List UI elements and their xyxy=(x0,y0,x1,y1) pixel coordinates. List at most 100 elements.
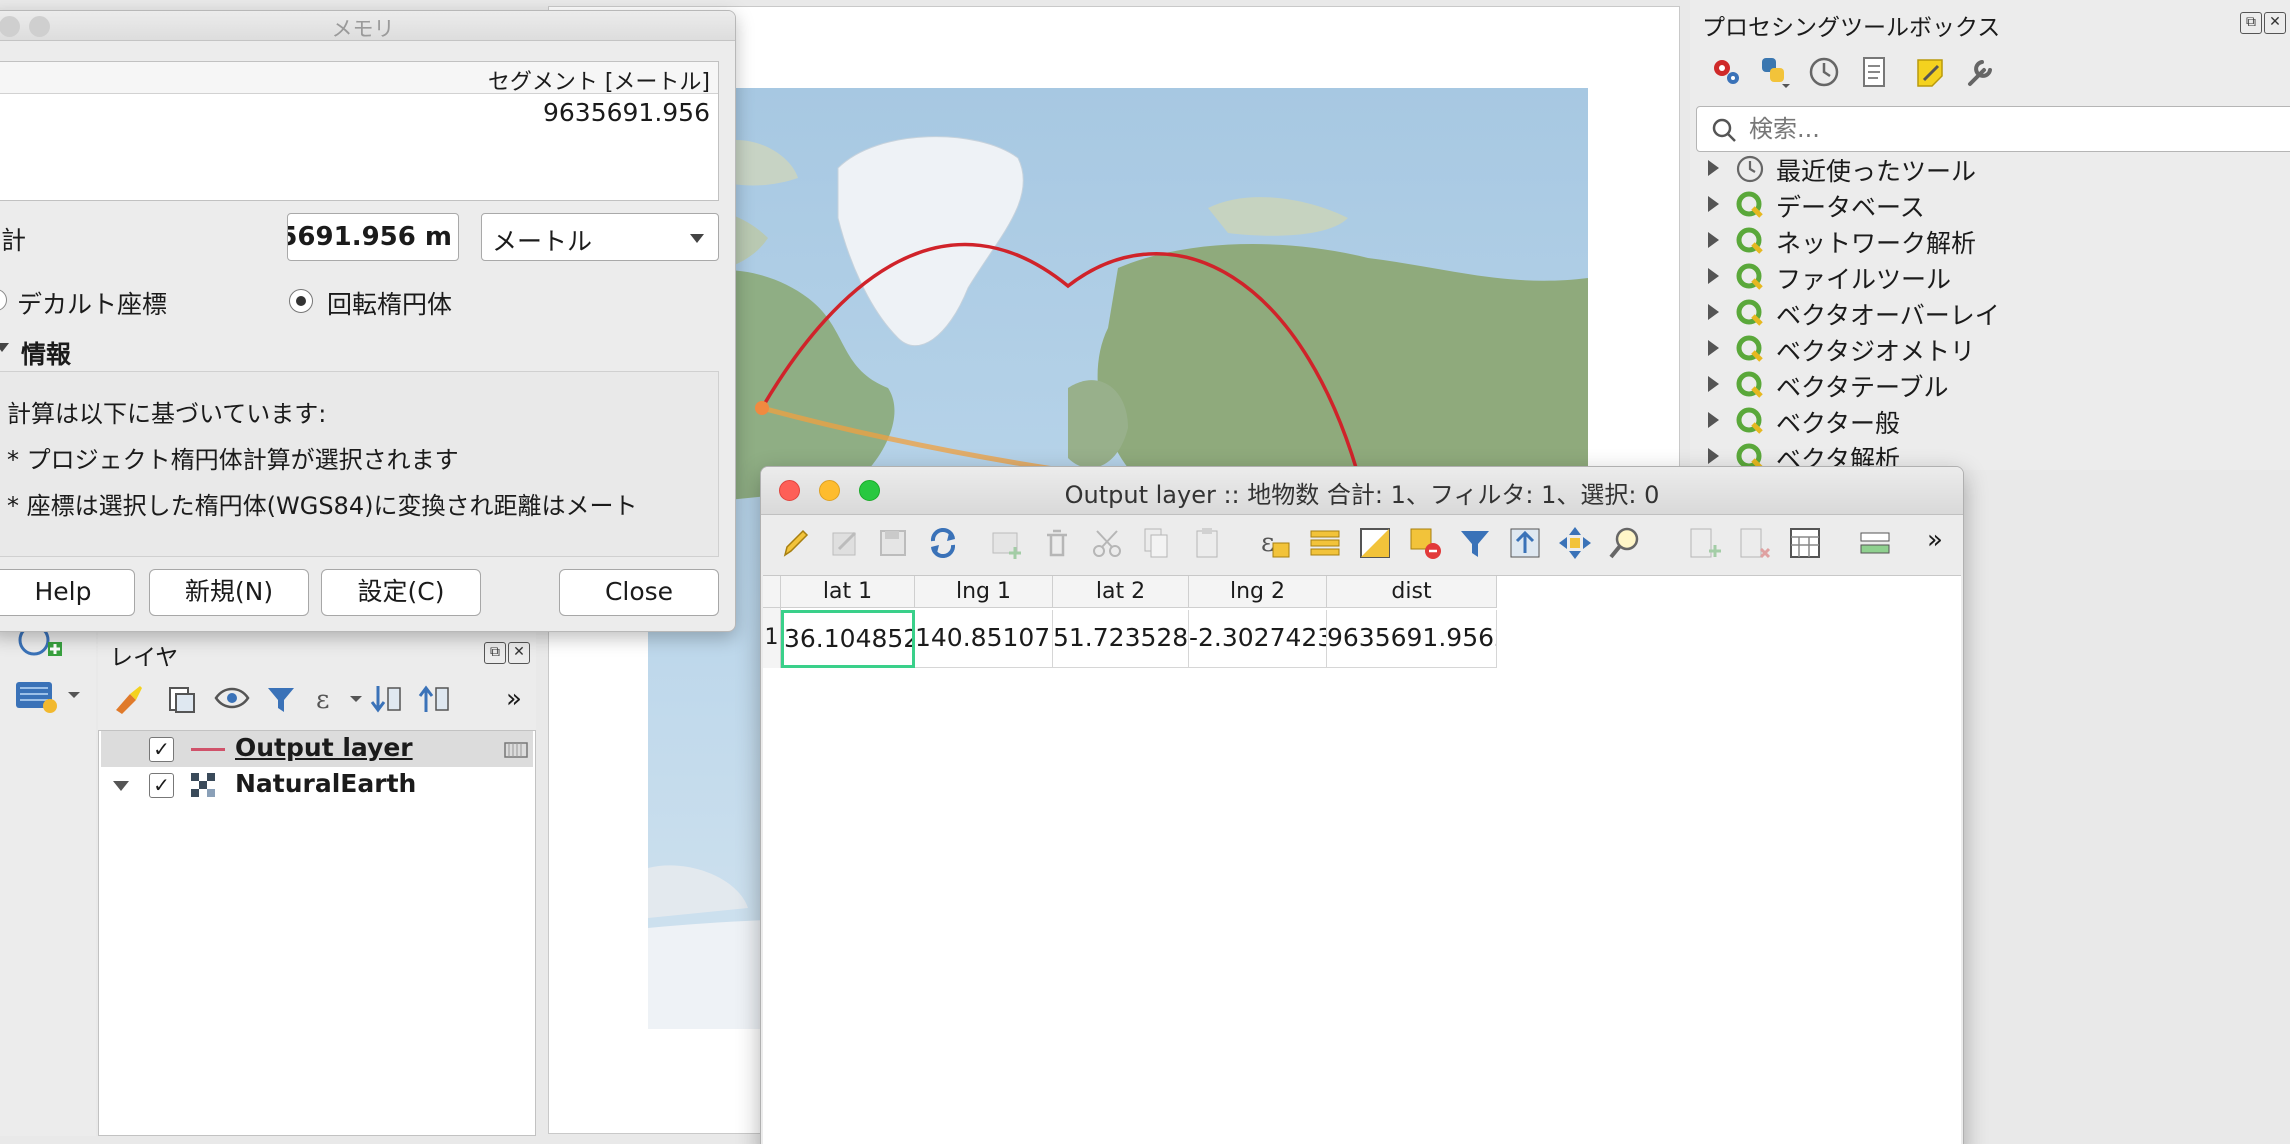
delete-feature-icon[interactable] xyxy=(1039,525,1075,561)
filter-legend-icon[interactable] xyxy=(264,682,298,716)
delete-field-icon[interactable] xyxy=(1737,525,1773,561)
corner-header[interactable] xyxy=(763,576,781,608)
close-button[interactable]: Close xyxy=(559,569,719,616)
layer-visibility-checkbox[interactable]: ✓ xyxy=(149,737,174,762)
deselect-all-icon[interactable] xyxy=(1407,525,1443,561)
row-header[interactable]: 1 xyxy=(763,608,781,668)
options-wrench-icon[interactable] xyxy=(1962,54,1998,90)
toolbox-tree-item[interactable]: データベース xyxy=(1708,188,2268,224)
conditional-formatting-icon[interactable] xyxy=(1857,525,1893,561)
column-header[interactable]: lat 2 xyxy=(1053,576,1189,608)
multi-edit-icon[interactable] xyxy=(827,525,863,561)
select-all-icon[interactable] xyxy=(1307,525,1343,561)
toolbox-title: プロセシングツールボックス xyxy=(1702,15,2001,41)
expand-caret-icon[interactable] xyxy=(113,781,129,791)
gears-icon[interactable] xyxy=(1708,54,1744,90)
reload-icon[interactable] xyxy=(925,525,961,561)
cut-icon[interactable] xyxy=(1089,525,1125,561)
float-panel-icon[interactable]: ⧉ xyxy=(2240,12,2262,34)
pan-to-selection-icon[interactable] xyxy=(1557,525,1593,561)
paste-icon[interactable] xyxy=(1189,525,1225,561)
toggle-editing-icon[interactable] xyxy=(777,525,813,561)
add-raster-layer-icon[interactable] xyxy=(12,674,84,718)
filter-select-icon[interactable] xyxy=(1457,525,1493,561)
processing-toolbox-panel: プロセシングツールボックス ⧉ ✕ 最近使ったツールデータベースネットワーク解析… xyxy=(1690,0,2290,474)
toolbox-tree-item[interactable]: ファイルツール xyxy=(1708,260,2268,296)
layer-item-output[interactable]: ✓ Output layer xyxy=(101,731,533,767)
toolbox-tree-item[interactable]: ベクタオーバーレイ xyxy=(1708,296,2268,332)
total-value-field[interactable]: 35691.956 m xyxy=(287,213,459,261)
expand-caret-icon[interactable] xyxy=(1708,304,1719,320)
expand-caret-icon[interactable] xyxy=(1708,268,1719,284)
layer-visibility-checkbox[interactable]: ✓ xyxy=(149,773,174,798)
results-icon[interactable] xyxy=(1856,54,1892,90)
table-cell[interactable]: 51.72352881... xyxy=(1053,610,1189,668)
help-button[interactable]: Help xyxy=(0,569,135,616)
dialog-titlebar[interactable]: メモリ xyxy=(0,11,735,41)
select-by-expression-icon[interactable]: ε xyxy=(1257,525,1293,561)
table-cell[interactable]: -2.30274235... xyxy=(1189,610,1327,668)
table-cell[interactable]: 9635691.9562628 xyxy=(1327,610,1497,668)
filter-expression-icon[interactable]: ε xyxy=(312,682,364,716)
column-header[interactable]: lat 1 xyxy=(781,576,915,608)
expand-caret-icon[interactable] xyxy=(1708,376,1719,392)
table-cell-selected[interactable]: 36.10485201... xyxy=(781,610,915,668)
edit-model-icon[interactable] xyxy=(1912,54,1948,90)
toolbox-tree-item[interactable]: ベクタテーブル xyxy=(1708,368,2268,404)
python-icon[interactable] xyxy=(1756,54,1792,90)
segment-column-header[interactable]: セグメント [メートル] xyxy=(0,62,718,95)
save-edits-icon[interactable] xyxy=(875,525,911,561)
chevron-down-icon xyxy=(690,234,704,243)
zoom-to-selection-icon[interactable] xyxy=(1607,525,1643,561)
column-header[interactable]: dist xyxy=(1327,576,1497,608)
expand-caret-icon[interactable] xyxy=(1708,160,1719,176)
add-feature-icon[interactable] xyxy=(989,525,1025,561)
add-group-icon[interactable] xyxy=(164,682,198,716)
toolbox-search[interactable] xyxy=(1696,106,2290,152)
table-cell[interactable]: 140.8510739... xyxy=(915,610,1053,668)
more-tools-icon[interactable]: » xyxy=(506,684,522,714)
invert-selection-icon[interactable] xyxy=(1357,525,1393,561)
total-value-text: 35691.956 m xyxy=(288,222,452,252)
close-panel-icon[interactable]: ✕ xyxy=(508,642,530,664)
settings-button[interactable]: 設定(C) xyxy=(321,569,481,616)
history-icon[interactable] xyxy=(1806,54,1842,90)
expand-caret-icon[interactable] xyxy=(1708,232,1719,248)
radio-cartesian[interactable] xyxy=(0,289,7,311)
toolbox-tree-item-label: 最近使ったツール xyxy=(1776,157,1977,186)
toolbox-tree-item-label: ベクタオーバーレイ xyxy=(1776,301,2000,330)
toolbox-search-input[interactable] xyxy=(1749,113,2269,145)
expand-caret-icon[interactable] xyxy=(1708,340,1719,356)
layers-tree[interactable]: ✓ Output layer ✓ NaturalEarth xyxy=(98,730,536,1136)
info-collapse-icon[interactable] xyxy=(0,343,9,352)
expand-caret-icon[interactable] xyxy=(1708,448,1719,464)
info-header[interactable]: 情報 xyxy=(21,335,71,371)
close-panel-icon[interactable]: ✕ xyxy=(2264,12,2286,34)
float-panel-icon[interactable]: ⧉ xyxy=(484,642,506,664)
layer-item-naturalearth[interactable]: ✓ NaturalEarth xyxy=(101,767,533,803)
segment-table[interactable]: セグメント [メートル] 9635691.956 xyxy=(0,61,719,201)
style-manager-icon[interactable] xyxy=(112,682,146,716)
window-titlebar[interactable]: Output layer :: 地物数 合計: 1、フィルタ: 1、選択: 0 xyxy=(761,467,1963,515)
unit-select[interactable]: メートル xyxy=(481,213,719,261)
copy-icon[interactable] xyxy=(1139,525,1175,561)
move-selection-top-icon[interactable] xyxy=(1507,525,1543,561)
expand-all-icon[interactable] xyxy=(370,682,404,716)
field-calculator-icon[interactable] xyxy=(1787,525,1823,561)
toolbox-tree-item[interactable]: 最近使ったツール xyxy=(1708,152,2268,188)
radio-ellipsoidal[interactable] xyxy=(289,289,313,313)
more-tools-icon[interactable]: » xyxy=(1927,525,1943,555)
column-header[interactable]: lng 2 xyxy=(1189,576,1327,608)
toolbox-tree-item[interactable]: ベクタジオメトリ xyxy=(1708,332,2268,368)
qgis-icon xyxy=(1736,407,1763,434)
new-button[interactable]: 新規(N) xyxy=(149,569,309,616)
toolbox-tree-item[interactable]: ネットワーク解析 xyxy=(1708,224,2268,260)
column-header[interactable]: lng 1 xyxy=(915,576,1053,608)
expand-caret-icon[interactable] xyxy=(1708,412,1719,428)
visibility-eye-icon[interactable] xyxy=(214,682,254,716)
new-field-icon[interactable] xyxy=(1687,525,1723,561)
toolbox-tree-item[interactable]: ベクター般 xyxy=(1708,404,2268,440)
attribute-grid[interactable]: lat 1 lng 1 lat 2 lng 2 dist 1 36.104852… xyxy=(763,575,1961,1144)
expand-caret-icon[interactable] xyxy=(1708,196,1719,212)
collapse-all-icon[interactable] xyxy=(418,682,452,716)
